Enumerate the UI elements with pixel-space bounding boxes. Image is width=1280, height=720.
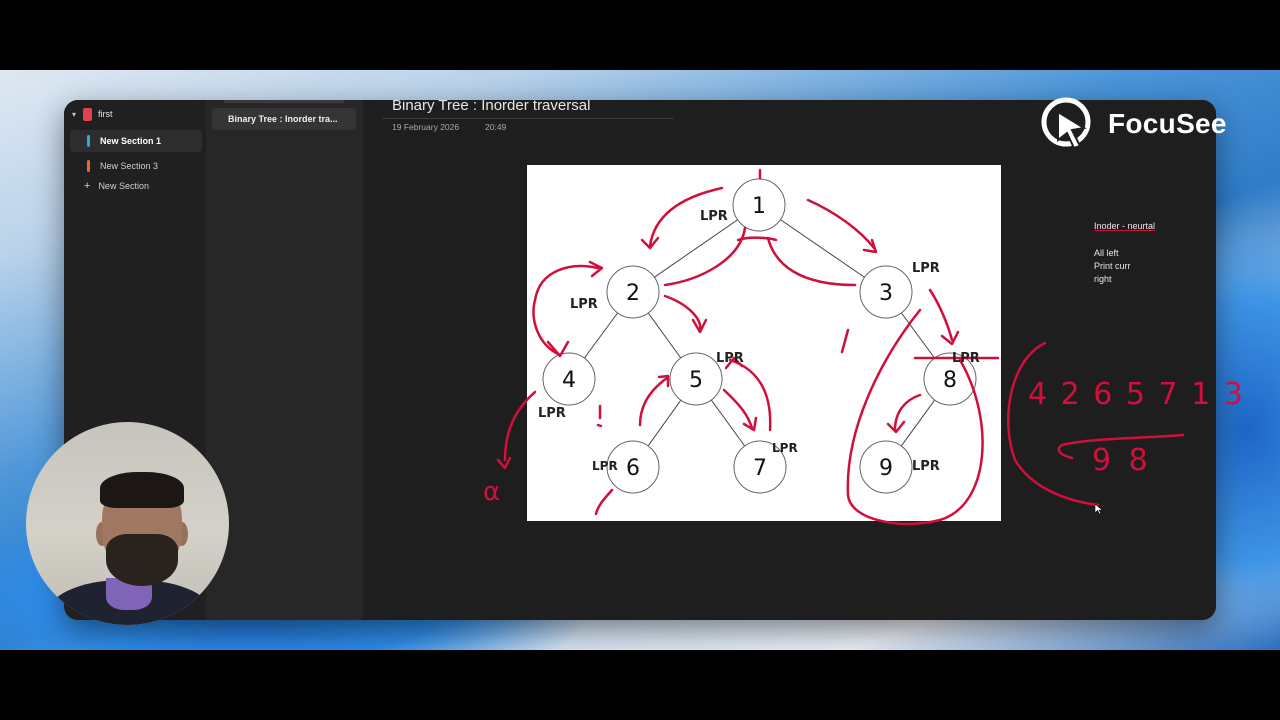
lpr-label: LPR <box>912 261 940 276</box>
mouse-cursor-icon <box>1095 504 1103 514</box>
lpr-label: LPR <box>952 351 980 366</box>
lpr-label: LPR <box>772 441 798 455</box>
lpr-label: LPR <box>592 459 618 473</box>
focusee-logo-icon <box>1041 97 1091 150</box>
lpr-label: LPR <box>912 459 940 474</box>
focusee-logo-text: FocuSee <box>1108 108 1227 139</box>
lpr-label: LPR <box>700 209 728 224</box>
lpr-label: LPR <box>538 406 566 421</box>
presenter-hair <box>100 472 184 508</box>
lpr-label: LPR <box>570 297 598 312</box>
lpr-label: LPR <box>716 351 744 366</box>
inorder-sequence: 4 2 6 5 7 1 3 <box>1028 377 1245 412</box>
inorder-sequence-cont: 9 8 <box>1092 443 1152 478</box>
presenter-beard <box>106 534 178 586</box>
webcam-overlay <box>26 422 229 625</box>
alpha-symbol: α <box>483 477 500 507</box>
focusee-watermark: FocuSee <box>1040 96 1227 152</box>
